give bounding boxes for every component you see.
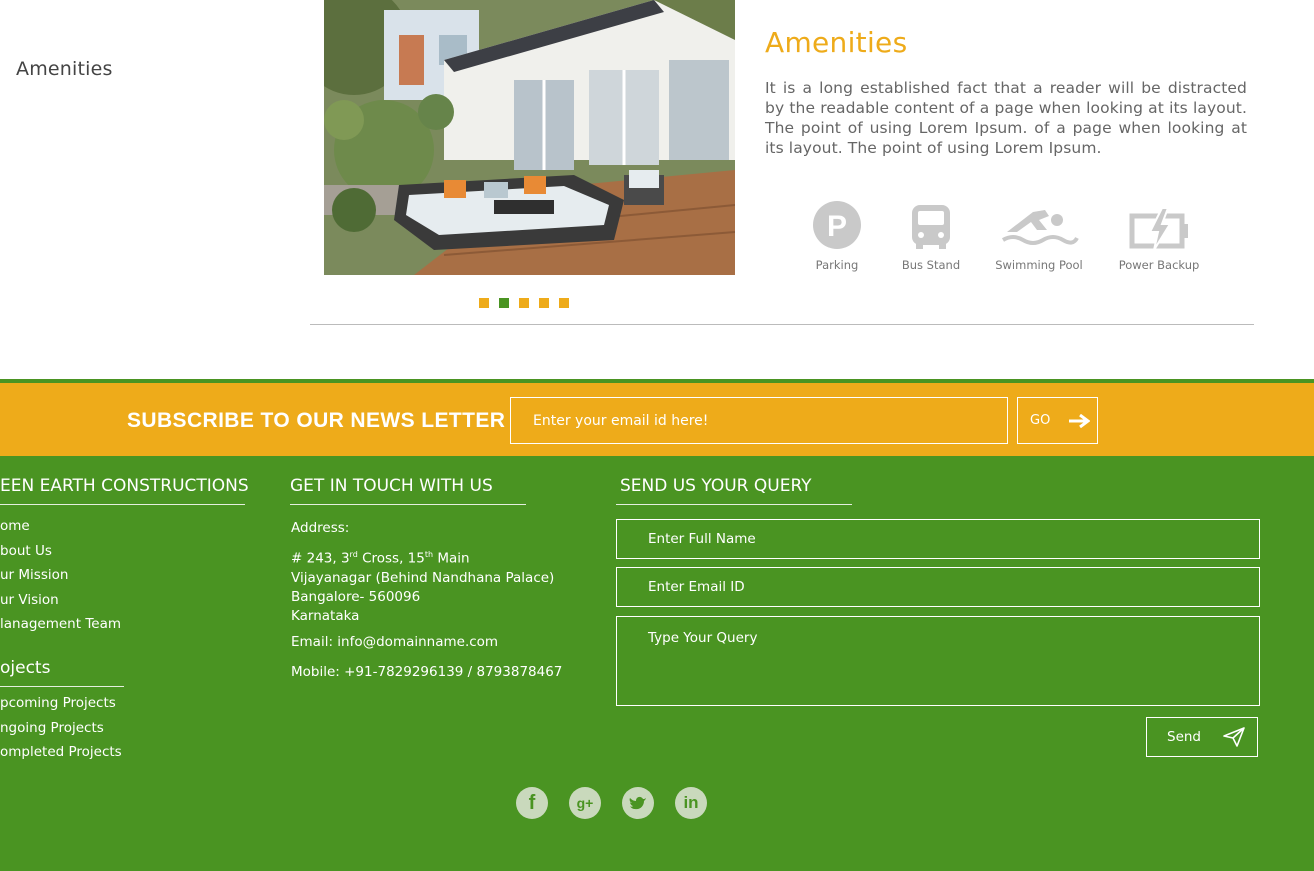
heading-underline <box>616 504 852 505</box>
company-heading: EEN EARTH CONSTRUCTIONS <box>0 476 249 505</box>
address-line-4: Karnataka <box>291 607 360 624</box>
sidebar-amenities-label[interactable]: Amenities <box>16 58 113 80</box>
contact-email[interactable]: Email: info@domainname.com <box>291 633 498 652</box>
svg-text:P: P <box>827 210 847 243</box>
slider-dot[interactable] <box>519 298 529 308</box>
contact-heading-text: GET IN TOUCH WITH US <box>290 476 493 496</box>
footer-link-home[interactable]: ome <box>0 518 121 543</box>
social-links: f g+ in <box>516 787 707 819</box>
newsletter-title: SUBSCRIBE TO OUR NEWS LETTER <box>127 409 506 432</box>
projects-heading-text: ojects <box>0 658 51 678</box>
amenity-parking: P Parking <box>808 198 866 272</box>
send-button[interactable]: Send <box>1146 717 1258 757</box>
google-plus-icon[interactable]: g+ <box>569 787 601 819</box>
amenities-photo <box>324 0 735 275</box>
query-heading-text: SEND US YOUR QUERY <box>620 476 812 496</box>
footer-link-vision[interactable]: ur Vision <box>0 592 121 617</box>
slider-pagination <box>479 298 569 308</box>
amenity-label: Bus Stand <box>901 258 961 272</box>
arrow-right-icon <box>1069 413 1091 428</box>
go-label: GO <box>1030 413 1051 428</box>
send-label: Send <box>1167 729 1202 745</box>
address-sup: th <box>424 550 434 559</box>
paper-plane-icon <box>1223 727 1245 747</box>
parking-icon: P <box>813 201 861 249</box>
facebook-icon[interactable]: f <box>516 787 548 819</box>
address-part: Main <box>433 550 470 567</box>
company-links: ome bout Us ur Mission ur Vision lanagem… <box>0 518 121 641</box>
address-line-3: Bangalore- 560096 <box>291 588 421 605</box>
heading-underline <box>290 504 526 505</box>
amenity-swimming-pool: Swimming Pool <box>993 198 1085 272</box>
amenity-bus-stand: Bus Stand <box>900 198 962 272</box>
contact-heading: GET IN TOUCH WITH US <box>290 476 526 505</box>
address-sup: rd <box>349 550 358 559</box>
heading-underline <box>0 504 245 505</box>
linkedin-icon[interactable]: in <box>675 787 707 819</box>
heading-underline <box>0 686 124 687</box>
amenity-label: Swimming Pool <box>995 258 1083 272</box>
section-divider <box>310 324 1254 325</box>
address-part: # 243, 3 <box>291 550 350 567</box>
site-footer: EEN EARTH CONSTRUCTIONS ome bout Us ur M… <box>0 456 1314 871</box>
battery-icon <box>1129 207 1188 250</box>
query-textarea[interactable] <box>616 616 1260 706</box>
footer-link-management[interactable]: lanagement Team <box>0 616 121 641</box>
newsletter-band: SUBSCRIBE TO OUR NEWS LETTER GO <box>0 379 1314 456</box>
slider-dot-active[interactable] <box>499 298 509 308</box>
address-line-2: Vijayanagar (Behind Nandhana Palace) <box>291 569 555 586</box>
amenity-label: Parking <box>815 258 859 272</box>
slider-dot[interactable] <box>479 298 489 308</box>
contact-address: Address: # 243, 3rd Cross, 15th Main Vij… <box>291 519 554 626</box>
footer-link-about[interactable]: bout Us <box>0 543 121 568</box>
full-name-input[interactable] <box>616 519 1260 559</box>
amenity-power-backup: Power Backup <box>1116 198 1202 272</box>
amenities-description: It is a long established fact that a rea… <box>765 79 1247 157</box>
slider-dot[interactable] <box>559 298 569 308</box>
swimming-icon <box>1001 210 1079 245</box>
project-links: pcoming Projects ngoing Projects omplete… <box>0 695 122 769</box>
newsletter-email-input[interactable] <box>510 397 1008 444</box>
amenity-label: Power Backup <box>1118 258 1200 272</box>
newsletter-go-button[interactable]: GO <box>1017 397 1098 444</box>
footer-link-upcoming[interactable]: pcoming Projects <box>0 695 122 720</box>
footer-link-completed[interactable]: ompleted Projects <box>0 744 122 769</box>
company-heading-text: EEN EARTH CONSTRUCTIONS <box>0 476 249 496</box>
address-line-1: # 243, 3rd Cross, 15th Main <box>291 545 554 569</box>
twitter-icon[interactable] <box>622 787 654 819</box>
query-heading: SEND US YOUR QUERY <box>616 476 852 505</box>
amenities-heading: Amenities <box>765 26 908 59</box>
projects-heading: ojects <box>0 658 124 687</box>
query-email-input[interactable] <box>616 567 1260 607</box>
footer-link-mission[interactable]: ur Mission <box>0 567 121 592</box>
footer-link-ongoing[interactable]: ngoing Projects <box>0 720 122 745</box>
slider-dot[interactable] <box>539 298 549 308</box>
address-part: Cross, 15 <box>357 550 425 567</box>
contact-mobile: Mobile: +91-7829296139 / 8793878467 <box>291 664 563 680</box>
bus-icon <box>912 205 950 249</box>
address-label: Address: <box>291 520 350 536</box>
